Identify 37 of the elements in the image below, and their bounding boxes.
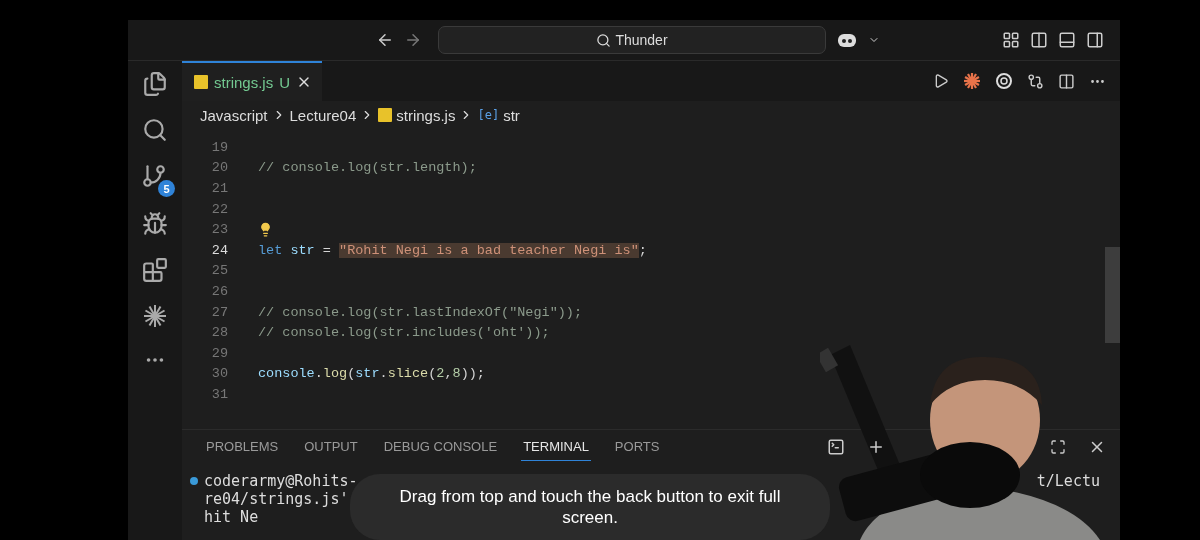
panel-tab[interactable]: OUTPUT — [302, 433, 360, 461]
code-line: console.log(str.slice(2,8)); — [258, 366, 485, 382]
terminal-text: re04/strings.js' — [204, 490, 349, 508]
breadcrumb-item[interactable]: strings.js — [396, 106, 456, 124]
line-number: 29 — [210, 345, 228, 361]
breadcrumb-item[interactable]: str — [503, 106, 520, 124]
panel-tab[interactable]: PROBLEMS — [204, 433, 281, 461]
terminal-text: hit Ne — [204, 508, 259, 526]
breadcrumb-item[interactable]: Javascript — [200, 106, 268, 124]
code-line: // console.log(str.lastIndexOf("Negi")); — [258, 304, 583, 320]
breadcrumb-item[interactable]: Lecture04 — [289, 106, 357, 124]
line-number: 24 — [210, 242, 228, 258]
search-field[interactable]: Thunder — [438, 26, 826, 54]
panel-tab[interactable]: DEBUG CONSOLE — [381, 433, 500, 461]
line-number: 26 — [210, 283, 228, 299]
line-number: 19 — [210, 139, 228, 155]
symbol-glyph: [e] — [477, 108, 500, 122]
code-line: // console.log(str.includes('oht')); — [258, 325, 550, 341]
line-number: 30 — [210, 366, 228, 382]
code-line: let str = "Rohit Negi is a bad teacher Negi is"; — [258, 242, 647, 258]
code-line: // console.log(str.length); — [258, 160, 477, 176]
line-number: 31 — [210, 386, 228, 402]
line-number: 27 — [210, 304, 228, 320]
line-number: 23 — [210, 222, 228, 238]
terminal-text: coderarmy@Rohits- — [204, 472, 358, 490]
panel-tab[interactable]: TERMINAL — [521, 433, 591, 461]
line-number: 21 — [210, 181, 228, 196]
tab-label: strings.js — [214, 73, 274, 91]
editor-tab[interactable]: strings.js U — [182, 61, 323, 101]
terminal-text: t/Lectu — [1036, 472, 1100, 490]
status-label: U — [279, 73, 291, 91]
line-number: 25 — [210, 263, 228, 279]
count-badge: 5 — [158, 180, 175, 197]
panel-tab[interactable]: PORTS — [612, 433, 662, 461]
line-number: 28 — [210, 325, 228, 341]
line-number: 22 — [210, 201, 228, 217]
line-number: 20 — [210, 160, 228, 176]
